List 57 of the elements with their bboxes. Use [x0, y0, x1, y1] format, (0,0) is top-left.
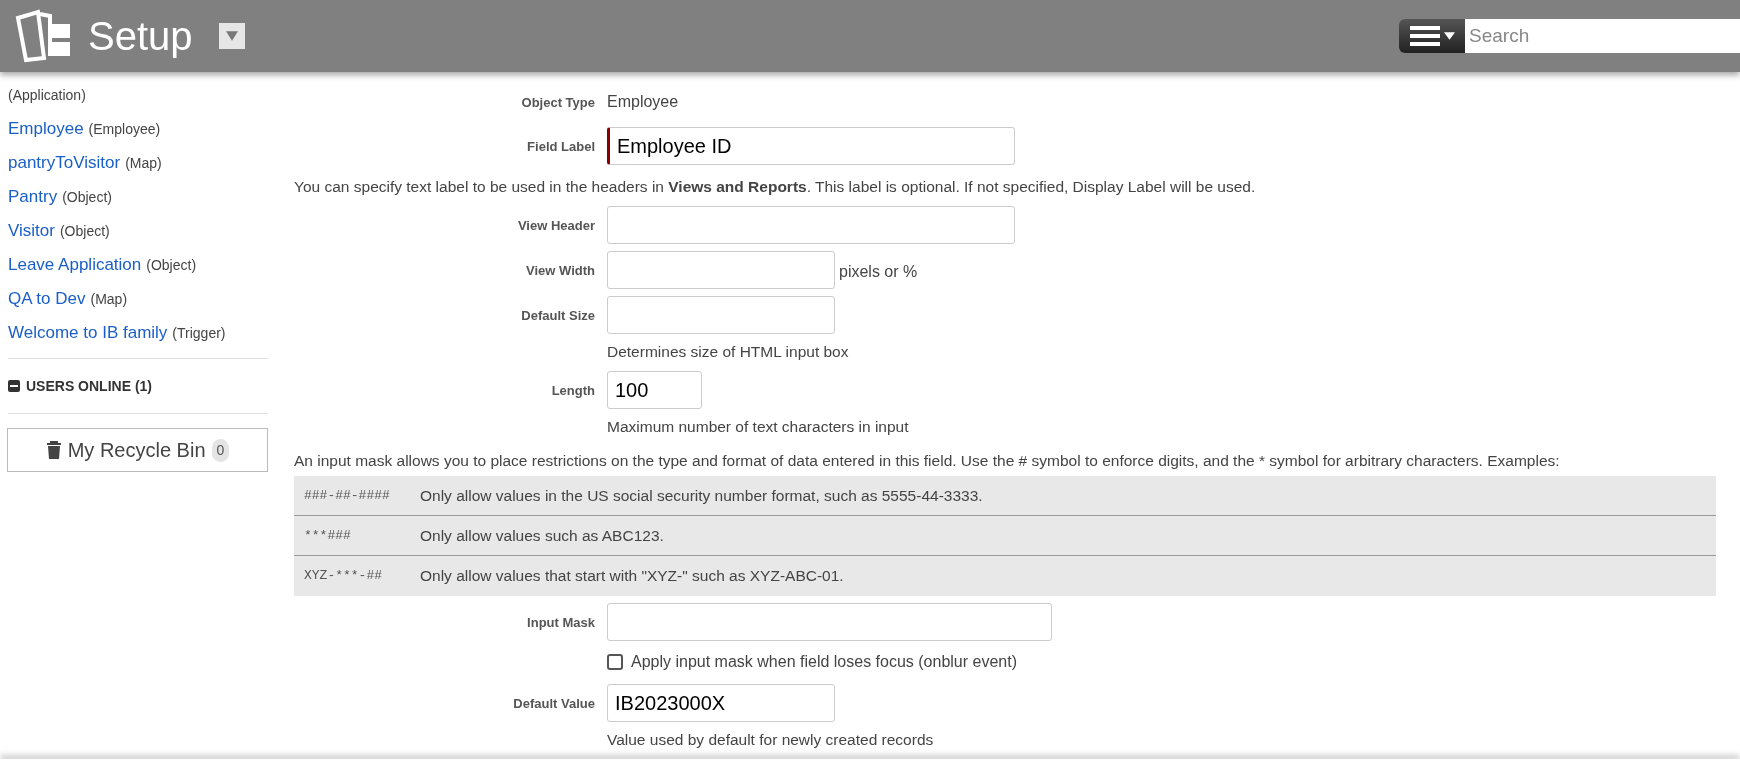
sidebar-link[interactable]: Pantry	[8, 184, 58, 210]
checkbox[interactable]	[607, 654, 623, 670]
trash-icon	[45, 441, 62, 459]
count-badge: 0	[211, 438, 230, 462]
mask-description: Only allow values in the US social security number format, such as 5555-44-3333.	[420, 485, 983, 506]
sidebar-link[interactable]: QA to Dev	[8, 286, 86, 312]
page-title: Setup	[88, 16, 193, 56]
field-label: View Header	[517, 218, 595, 233]
menu-button[interactable]	[1399, 19, 1465, 53]
mask-code: XYZ-***-##	[303, 567, 383, 586]
field-label: Length	[551, 383, 595, 398]
hint-text: Determines size of HTML input box	[607, 342, 849, 363]
checkbox-label: Apply input mask when field loses focus (onblur event)	[631, 652, 1017, 672]
item-type: (Application)	[8, 85, 86, 105]
caret-icon	[1443, 32, 1455, 40]
field-label: Default Size	[521, 308, 595, 323]
menu-icon	[1409, 25, 1440, 47]
field-label: View Width	[526, 263, 595, 278]
section-title: USERS ONLINE (1)	[26, 376, 152, 396]
sidebar-link[interactable]: Leave Application	[8, 252, 142, 278]
input-field[interactable]: 100	[607, 371, 702, 409]
mask-description: Only allow values that start with "XYZ-" such as XYZ-ABC-01.	[420, 566, 844, 587]
sidebar-link[interactable]: Welcome to IB family	[8, 320, 168, 346]
help-text: You can specify text label to be used in the headers in Views and Reports. This label is optional. If not specified, Display Label will be used.	[294, 177, 1256, 198]
field-label: Field Label	[527, 139, 595, 154]
input-field[interactable]: Employee ID	[607, 127, 1015, 165]
dropdown-button[interactable]	[218, 23, 245, 49]
hint-text: Value used by default for newly created records	[607, 730, 934, 751]
input-field[interactable]	[607, 603, 1052, 641]
item-type: (Employee)	[88, 119, 161, 139]
field-value: Employee	[607, 92, 679, 112]
sidebar-link[interactable]: Employee	[8, 116, 84, 142]
field-label: Default Value	[513, 696, 595, 711]
item-type: (Map)	[90, 289, 128, 309]
recycle-bin-button[interactable]: My Recycle Bin 0	[7, 428, 268, 472]
help-text: An input mask allows you to place restrictions on the type and format of data entered in this field. Use the # symbol to enforce digits, and the * symbol for arbitrary characters. Examples:	[294, 451, 1560, 472]
item-type: (Map)	[125, 153, 162, 173]
item-type: (Object)	[62, 187, 112, 207]
collapse-icon[interactable]	[8, 380, 20, 392]
mask-description: Only allow values such as ABC123.	[420, 525, 664, 546]
input-field[interactable]	[607, 206, 1015, 244]
item-type: (Trigger)	[172, 323, 226, 343]
mask-code: ###-##-####	[303, 486, 391, 505]
item-type: (Object)	[146, 255, 197, 275]
caret-icon	[225, 31, 238, 41]
input-field[interactable]	[607, 296, 835, 334]
item-type: (Object)	[59, 221, 110, 241]
mask-code: ***###	[303, 526, 352, 545]
input-field[interactable]	[607, 251, 835, 289]
field-label: Object Type	[521, 95, 595, 110]
hint-text: Maximum number of text characters in input	[607, 417, 909, 438]
input-field[interactable]: IB2023000X	[607, 684, 835, 722]
unit-text: pixels or %	[839, 262, 918, 282]
field-label: Input Mask	[527, 615, 595, 630]
sidebar-link[interactable]: Visitor	[8, 218, 55, 244]
sidebar-link[interactable]: pantryToVisitor	[8, 150, 121, 176]
search-field[interactable]: Search	[1465, 19, 1740, 53]
